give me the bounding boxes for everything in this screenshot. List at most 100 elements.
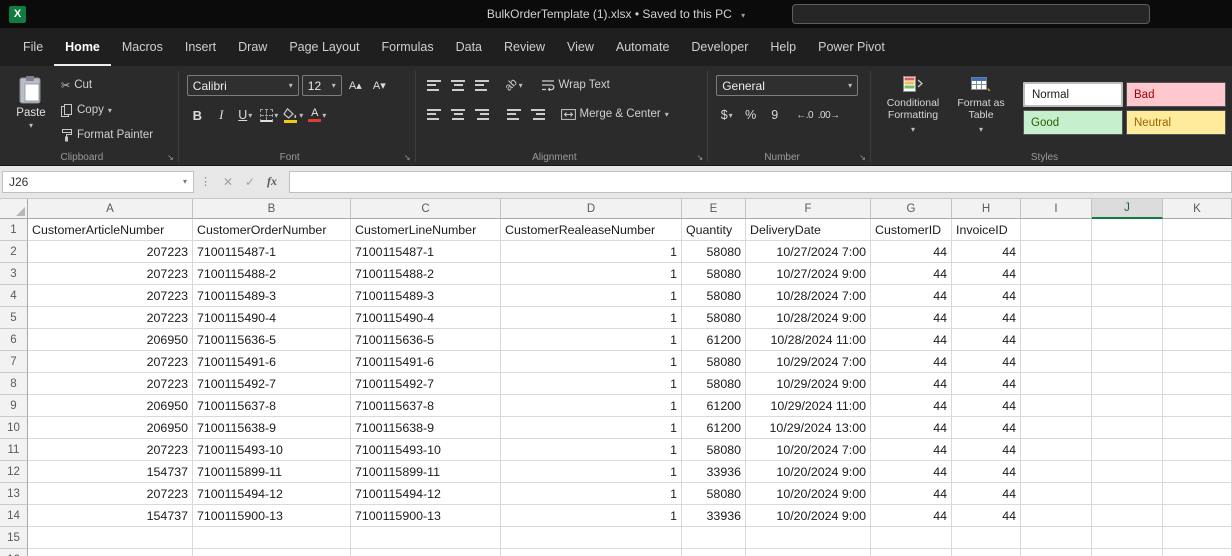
cell-K16[interactable] [1163, 549, 1232, 556]
cell-E12[interactable]: 33936 [682, 461, 746, 483]
row-header-7[interactable]: 7 [0, 351, 28, 373]
cell-A3[interactable]: 207223 [28, 263, 193, 285]
cell-B2[interactable]: 7100115487-1 [193, 241, 351, 263]
cell-D16[interactable] [501, 549, 682, 556]
accounting-format-button[interactable]: $ ▾ [716, 105, 737, 125]
cell-A14[interactable]: 154737 [28, 505, 193, 527]
increase-indent-button[interactable] [528, 104, 549, 124]
clipboard-dialog-launcher-icon[interactable]: ↘ [167, 153, 174, 162]
cell-A8[interactable]: 207223 [28, 373, 193, 395]
cell-C8[interactable]: 7100115492-7 [351, 373, 501, 395]
wrap-text-button[interactable]: Wrap Text [538, 75, 613, 95]
cell-I14[interactable] [1021, 505, 1092, 527]
cell-K6[interactable] [1163, 329, 1232, 351]
cell-H1[interactable]: InvoiceID [952, 219, 1021, 241]
cell-D15[interactable] [501, 527, 682, 549]
cell-D7[interactable]: 1 [501, 351, 682, 373]
cell-A5[interactable]: 207223 [28, 307, 193, 329]
percent-style-button[interactable]: % [740, 105, 761, 125]
cell-G4[interactable]: 44 [871, 285, 952, 307]
cell-K9[interactable] [1163, 395, 1232, 417]
cell-G6[interactable]: 44 [871, 329, 952, 351]
cell-F11[interactable]: 10/20/2024 7:00 [746, 439, 871, 461]
decrease-indent-button[interactable] [504, 104, 525, 124]
column-header-D[interactable]: D [501, 199, 682, 219]
cell-B7[interactable]: 7100115491-6 [193, 351, 351, 373]
column-header-H[interactable]: H [952, 199, 1021, 219]
cell-B12[interactable]: 7100115899-11 [193, 461, 351, 483]
cell-A13[interactable]: 207223 [28, 483, 193, 505]
cell-K4[interactable] [1163, 285, 1232, 307]
tab-file[interactable]: File [12, 28, 54, 66]
font-name-combo[interactable]: Calibri ▾ [187, 75, 299, 96]
name-box[interactable]: J26 ▾ [2, 171, 194, 193]
column-header-E[interactable]: E [682, 199, 746, 219]
row-header-6[interactable]: 6 [0, 329, 28, 351]
column-header-A[interactable]: A [28, 199, 193, 219]
cell-A4[interactable]: 207223 [28, 285, 193, 307]
cell-H16[interactable] [952, 549, 1021, 556]
cell-D8[interactable]: 1 [501, 373, 682, 395]
cell-C2[interactable]: 7100115487-1 [351, 241, 501, 263]
cell-J9[interactable] [1092, 395, 1163, 417]
cell-A11[interactable]: 207223 [28, 439, 193, 461]
search-box[interactable] [792, 4, 1150, 24]
cell-G2[interactable]: 44 [871, 241, 952, 263]
cell-C5[interactable]: 7100115490-4 [351, 307, 501, 329]
cell-C10[interactable]: 7100115638-9 [351, 417, 501, 439]
borders-button[interactable]: ▾ [259, 105, 280, 125]
column-header-K[interactable]: K [1163, 199, 1232, 219]
cell-E3[interactable]: 58080 [682, 263, 746, 285]
cell-style-good[interactable]: Good [1023, 110, 1123, 135]
select-all-button[interactable] [0, 199, 28, 219]
cell-A16[interactable] [28, 549, 193, 556]
cell-K8[interactable] [1163, 373, 1232, 395]
increase-decimal-button[interactable]: ←.0 [794, 105, 815, 125]
align-right-button[interactable] [472, 104, 493, 124]
cell-F3[interactable]: 10/27/2024 9:00 [746, 263, 871, 285]
cell-H5[interactable]: 44 [952, 307, 1021, 329]
cell-G9[interactable]: 44 [871, 395, 952, 417]
cell-A6[interactable]: 206950 [28, 329, 193, 351]
cell-E1[interactable]: Quantity [682, 219, 746, 241]
cell-I4[interactable] [1021, 285, 1092, 307]
column-header-I[interactable]: I [1021, 199, 1092, 219]
number-format-combo[interactable]: General ▾ [716, 75, 858, 96]
cell-B15[interactable] [193, 527, 351, 549]
format-painter-button[interactable]: Format Painter [58, 125, 156, 145]
cell-I2[interactable] [1021, 241, 1092, 263]
cell-F15[interactable] [746, 527, 871, 549]
tab-help[interactable]: Help [759, 28, 807, 66]
column-header-G[interactable]: G [871, 199, 952, 219]
cell-D10[interactable]: 1 [501, 417, 682, 439]
font-color-button[interactable]: A ▾ [307, 105, 328, 125]
cell-G5[interactable]: 44 [871, 307, 952, 329]
cell-I12[interactable] [1021, 461, 1092, 483]
underline-button[interactable]: U ▾ [235, 105, 256, 125]
bottom-align-button[interactable] [472, 75, 493, 95]
cell-B13[interactable]: 7100115494-12 [193, 483, 351, 505]
cell-J15[interactable] [1092, 527, 1163, 549]
cell-I10[interactable] [1021, 417, 1092, 439]
orientation-button[interactable]: ab ▾ [504, 75, 525, 95]
cell-E2[interactable]: 58080 [682, 241, 746, 263]
cell-C6[interactable]: 7100115636-5 [351, 329, 501, 351]
cell-C1[interactable]: CustomerLineNumber [351, 219, 501, 241]
insert-function-button[interactable]: fx [261, 174, 283, 189]
cell-A2[interactable]: 207223 [28, 241, 193, 263]
cell-J8[interactable] [1092, 373, 1163, 395]
cell-G16[interactable] [871, 549, 952, 556]
cell-D13[interactable]: 1 [501, 483, 682, 505]
cell-B16[interactable] [193, 549, 351, 556]
enter-button[interactable]: ✓ [239, 175, 261, 189]
top-align-button[interactable] [424, 75, 445, 95]
formula-input[interactable] [289, 171, 1232, 193]
alignment-dialog-launcher-icon[interactable]: ↘ [696, 153, 703, 162]
cell-F4[interactable]: 10/28/2024 7:00 [746, 285, 871, 307]
number-dialog-launcher-icon[interactable]: ↘ [859, 153, 866, 162]
cell-D5[interactable]: 1 [501, 307, 682, 329]
cell-H12[interactable]: 44 [952, 461, 1021, 483]
row-header-16[interactable]: 16 [0, 549, 28, 556]
cell-D9[interactable]: 1 [501, 395, 682, 417]
cell-K15[interactable] [1163, 527, 1232, 549]
